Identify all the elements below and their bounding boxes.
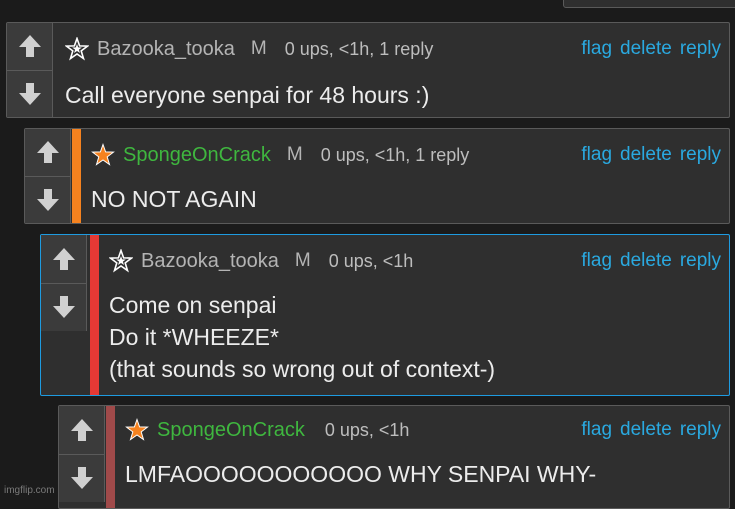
upvote-button[interactable] — [59, 406, 105, 455]
mod-badge: M — [250, 38, 267, 59]
delete-link[interactable]: delete — [620, 250, 672, 272]
upvote-button[interactable] — [7, 23, 53, 71]
thread-depth-stripe — [90, 235, 99, 395]
arrow-down-icon — [70, 467, 93, 490]
star-icon — [65, 37, 89, 61]
username-link[interactable]: Bazooka_tooka — [97, 38, 235, 61]
comment-meta: 0 ups, <1h, 1 reply — [284, 38, 434, 59]
comment-text: Come on senpai Do it *WHEEZE* (that soun… — [109, 292, 496, 382]
upvote-button[interactable] — [25, 129, 71, 177]
vote-controls — [59, 406, 105, 502]
mod-badge: M — [294, 250, 311, 271]
reply-link[interactable]: reply — [680, 144, 721, 166]
star-icon — [91, 143, 115, 166]
delete-link[interactable]: delete — [620, 419, 672, 441]
comment-text: Call everyone senpai for 48 hours :) — [65, 82, 430, 108]
arrow-down-icon — [18, 82, 41, 105]
comment-actions: flag delete reply — [581, 144, 721, 166]
previous-comment-edge — [563, 0, 735, 8]
arrow-down-icon — [52, 296, 75, 319]
comment: SpongeOnCrack M 0 ups, <1h, 1 reply flag… — [24, 128, 730, 224]
flag-link[interactable]: flag — [581, 419, 612, 441]
comment-header: SpongeOnCrack 0 ups, <1h flag delete rep… — [125, 416, 729, 444]
comment-text: NO NOT AGAIN — [91, 186, 257, 212]
mod-badge: M — [286, 144, 303, 165]
arrow-up-icon — [36, 141, 59, 164]
star-icon — [109, 249, 133, 273]
thread-depth-stripe — [106, 406, 115, 508]
arrow-up-icon — [18, 35, 41, 58]
flag-link[interactable]: flag — [581, 38, 612, 60]
reply-link[interactable]: reply — [680, 38, 721, 60]
flag-link[interactable]: flag — [581, 144, 612, 166]
vote-controls — [41, 235, 87, 331]
comment-header: Bazooka_tooka M 0 ups, <1h flag delete r… — [109, 247, 729, 275]
username-link[interactable]: Bazooka_tooka — [141, 250, 279, 273]
delete-link[interactable]: delete — [620, 38, 672, 60]
watermark: imgflip.com — [4, 485, 55, 496]
thread-depth-stripe — [72, 129, 81, 223]
comment-actions: flag delete reply — [581, 419, 721, 441]
comment-actions: flag delete reply — [581, 38, 721, 60]
star-icon — [125, 418, 149, 441]
reply-link[interactable]: reply — [680, 250, 721, 272]
comment-actions: flag delete reply — [581, 250, 721, 272]
vote-controls — [25, 129, 71, 223]
comment: Bazooka_tooka M 0 ups, <1h flag delete r… — [40, 234, 730, 396]
vote-controls — [7, 23, 53, 117]
comment-text: LMFAOOOOOOOOOOO WHY SENPAI WHY- — [125, 461, 597, 487]
comment-header: SpongeOnCrack M 0 ups, <1h, 1 reply flag… — [91, 141, 729, 169]
flag-link[interactable]: flag — [581, 250, 612, 272]
reply-link[interactable]: reply — [680, 419, 721, 441]
downvote-button[interactable] — [59, 454, 105, 502]
username-link[interactable]: SpongeOnCrack — [157, 419, 305, 442]
comment: Bazooka_tooka M 0 ups, <1h, 1 reply flag… — [6, 22, 730, 118]
arrow-up-icon — [52, 247, 75, 270]
upvote-button[interactable] — [41, 235, 87, 284]
downvote-button[interactable] — [7, 70, 53, 117]
downvote-button[interactable] — [25, 176, 71, 223]
downvote-button[interactable] — [41, 283, 87, 331]
comment: SpongeOnCrack 0 ups, <1h flag delete rep… — [58, 405, 730, 509]
comment-meta: 0 ups, <1h — [328, 250, 414, 271]
comment-meta: 0 ups, <1h — [324, 419, 410, 440]
delete-link[interactable]: delete — [620, 144, 672, 166]
comment-meta: 0 ups, <1h, 1 reply — [320, 144, 470, 165]
username-link[interactable]: SpongeOnCrack — [123, 144, 271, 167]
comment-header: Bazooka_tooka M 0 ups, <1h, 1 reply flag… — [65, 35, 729, 63]
arrow-down-icon — [36, 188, 59, 211]
arrow-up-icon — [70, 418, 93, 441]
